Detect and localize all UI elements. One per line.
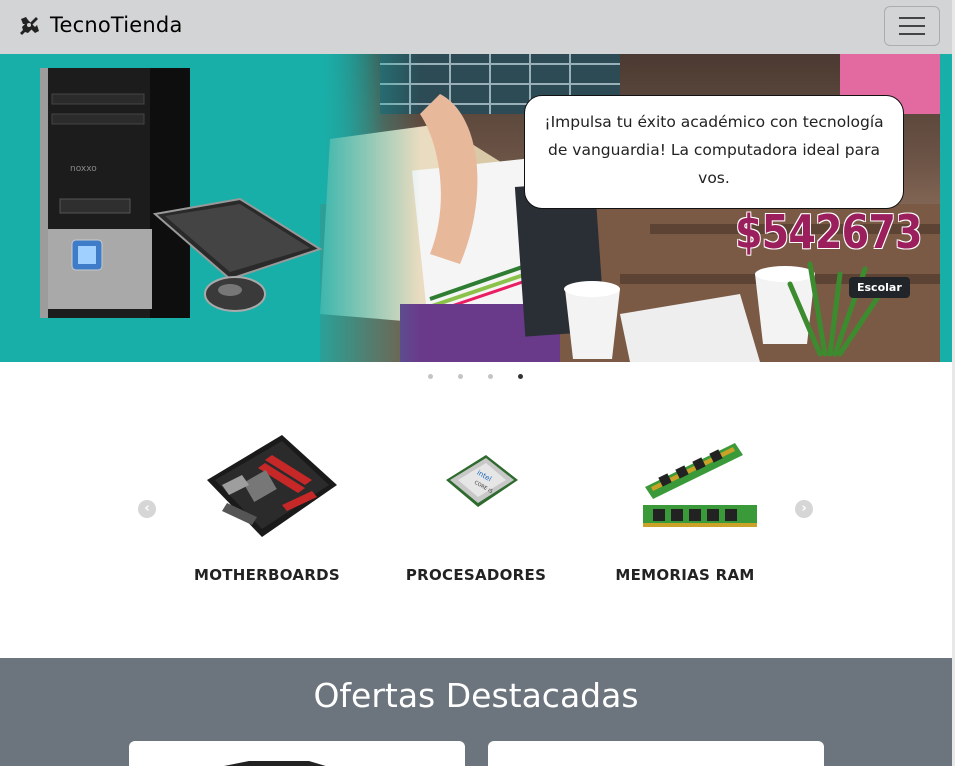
carousel-indicators <box>0 371 955 383</box>
brand-link[interactable]: TecnoTienda <box>18 13 183 37</box>
svg-text:noxxo: noxxo <box>70 164 97 174</box>
chevron-left-icon: ‹ <box>144 501 150 516</box>
hero-carousel[interactable]: noxxo ¡Impulsa tu éxito académico con te… <box>0 54 955 362</box>
hero-price: $542673 <box>735 205 923 259</box>
category-procesadores[interactable]: intel CORE i5 PROCESADORES <box>381 425 571 584</box>
page: TecnoTienda noxxo ¡Impulsa tu éxito acad… <box>0 0 955 766</box>
ram-memory-icon <box>643 443 757 527</box>
motherboard-icon <box>207 435 337 537</box>
ofertas-title: Ofertas Destacadas <box>313 676 639 715</box>
offer-product-image <box>224 761 326 766</box>
ofertas-section: Ofertas Destacadas <box>0 658 952 766</box>
processor-icon: intel CORE i5 <box>446 455 518 507</box>
navbar: TecnoTienda <box>0 0 955 54</box>
hero-category-badge[interactable]: Escolar <box>849 277 910 298</box>
hero-message-bubble: ¡Impulsa tu éxito académico con tecnolog… <box>524 95 904 209</box>
carousel-indicator-2[interactable] <box>458 374 463 379</box>
menu-toggle-button[interactable] <box>884 6 940 46</box>
carousel-indicator-3[interactable] <box>488 374 493 379</box>
category-memorias-ram[interactable]: MEMORIAS RAM <box>590 425 780 584</box>
offer-card-1[interactable] <box>129 741 465 766</box>
hamburger-icon <box>899 17 925 35</box>
chevron-right-icon: › <box>801 501 807 516</box>
categories-prev-button[interactable]: ‹ <box>138 500 156 518</box>
category-label-motherboards: MOTHERBOARDS <box>193 566 341 584</box>
brand-name: TecnoTienda <box>50 13 183 37</box>
category-label-memorias-ram: MEMORIAS RAM <box>615 566 755 584</box>
offer-card-2[interactable] <box>488 741 824 766</box>
category-label-procesadores: PROCESADORES <box>405 566 547 584</box>
carousel-indicator-1[interactable] <box>428 374 433 379</box>
desktop-computer-image: noxxo <box>40 68 323 318</box>
crossed-tools-icon <box>20 17 39 35</box>
carousel-indicator-4[interactable] <box>518 374 523 379</box>
category-motherboards[interactable]: MOTHERBOARDS <box>172 425 362 584</box>
categories-next-button[interactable]: › <box>795 500 813 518</box>
hero-message: ¡Impulsa tu éxito académico con tecnolog… <box>544 113 884 187</box>
